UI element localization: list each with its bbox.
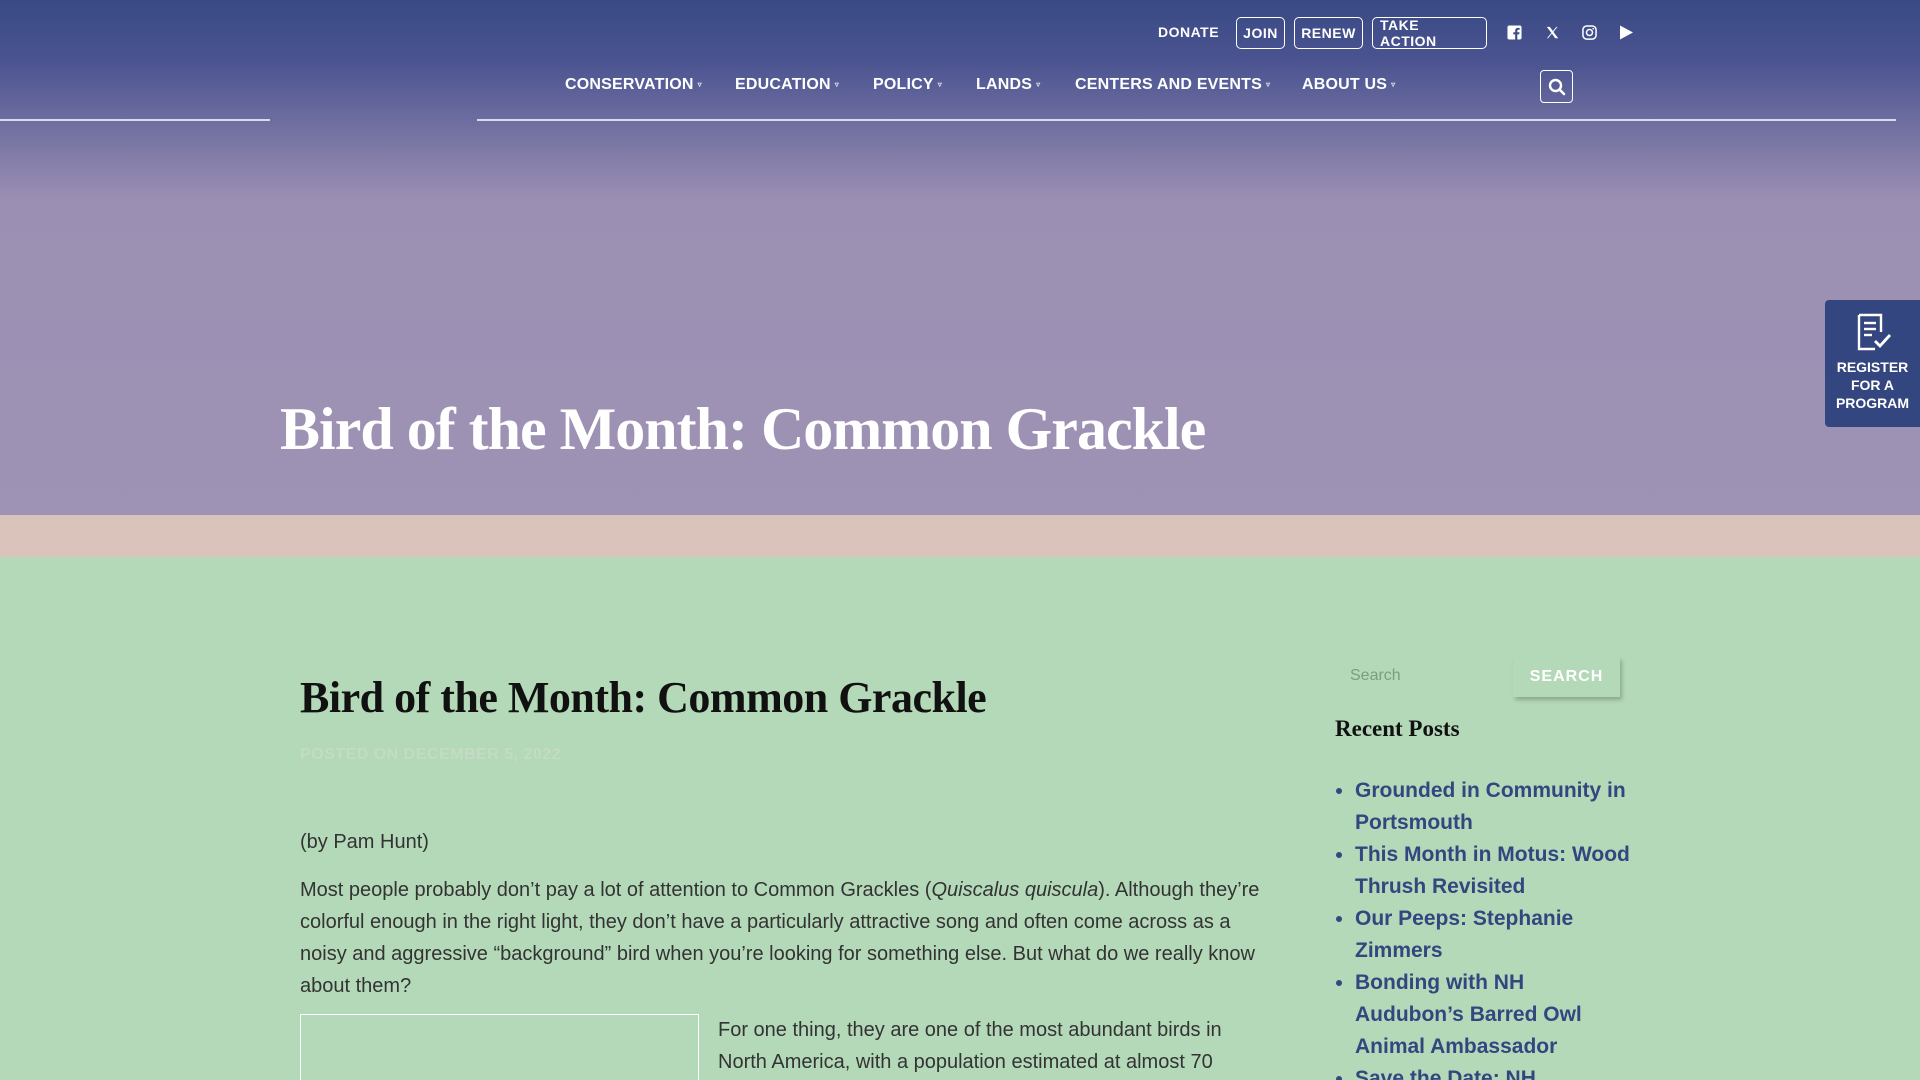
nav-divider-left: [0, 119, 270, 121]
youtube-icon[interactable]: [1617, 23, 1635, 41]
checklist-icon: [1853, 312, 1893, 352]
recent-post-link[interactable]: Our Peeps: Stephanie Zimmers: [1355, 903, 1630, 967]
nav-item-about-us[interactable]: ABOUT US ▿: [1302, 76, 1395, 94]
recent-posts-heading: Recent Posts: [1335, 716, 1460, 741]
nav-item-centers-and-events[interactable]: CENTERS AND EVENTS ▿: [1075, 76, 1270, 94]
register-tab-label: REGISTER FOR A PROGRAM: [1835, 359, 1910, 411]
search-icon: [1548, 78, 1566, 96]
hero-title: Bird of the Month: Common Grackle: [280, 396, 1206, 462]
donate-link[interactable]: DONATE: [1158, 24, 1219, 40]
join-button[interactable]: JOIN: [1236, 17, 1285, 49]
register-for-program-tab[interactable]: REGISTER FOR A PROGRAM: [1825, 300, 1920, 427]
chevron-down-icon: ▿: [697, 80, 702, 90]
nav-item-lands[interactable]: LANDS ▿: [976, 76, 1040, 94]
sidebar-search-button[interactable]: SEARCH: [1513, 657, 1620, 697]
chevron-down-icon: ▿: [1036, 80, 1041, 90]
recent-post-link[interactable]: Grounded in Community in Portsmouth: [1355, 775, 1630, 839]
x-icon[interactable]: [1543, 23, 1561, 41]
sidebar-search-input[interactable]: [1335, 656, 1510, 696]
take-action-button[interactable]: TAKE ACTION: [1372, 17, 1487, 49]
chevron-down-icon: ▿: [1391, 80, 1396, 90]
article-title: Bird of the Month: Common Grackle: [300, 673, 987, 722]
instagram-icon[interactable]: [1580, 23, 1598, 41]
article-image: [300, 1014, 699, 1080]
nav-item-conservation[interactable]: CONSERVATION ▿: [565, 76, 702, 94]
nav-divider-right: [477, 119, 1896, 121]
article-paragraph: For one thing, they are one of the most …: [718, 1019, 1222, 1073]
nav-item-education[interactable]: EDUCATION ▿: [735, 76, 839, 94]
nav-item-policy[interactable]: POLICY ▿: [873, 76, 942, 94]
utility-bar: DONATE JOIN RENEW TAKE ACTION: [0, 17, 1920, 49]
hero-accent-band: [0, 515, 1920, 557]
recent-post-link[interactable]: Save the Date: NH Audubon: [1355, 1063, 1630, 1080]
nav-search-button[interactable]: [1540, 70, 1573, 103]
article-byline: (by Pam Hunt): [300, 831, 429, 853]
article-body: (by Pam Hunt) Most people probably don’t…: [300, 826, 1265, 1018]
recent-post-link[interactable]: Bonding with NH Audubon’s Barred Owl Ani…: [1355, 967, 1630, 1063]
article-paragraph: Most people probably don’t pay a lot of …: [300, 879, 1260, 997]
scientific-name: Quiscalus quiscula: [931, 879, 1099, 901]
chevron-down-icon: ▿: [834, 80, 839, 90]
chevron-down-icon: ▿: [937, 80, 942, 90]
renew-button[interactable]: RENEW: [1294, 17, 1363, 49]
article-date: POSTED ON DECEMBER 5, 2022: [300, 746, 562, 763]
chevron-down-icon: ▿: [1266, 80, 1271, 90]
recent-posts-list: Grounded in Community in Portsmouth This…: [1355, 775, 1630, 1080]
facebook-icon[interactable]: [1505, 23, 1523, 41]
recent-post-link[interactable]: This Month in Motus: Wood Thrush Revisit…: [1355, 839, 1630, 903]
